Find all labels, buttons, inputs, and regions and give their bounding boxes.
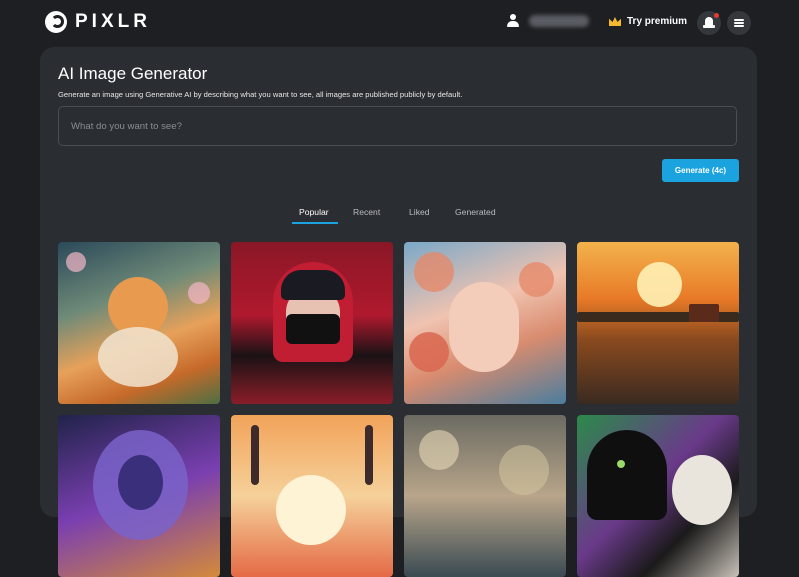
- gallery-image-hooded-anime-character[interactable]: [231, 242, 393, 404]
- gallery-image-cat-with-flowers[interactable]: [58, 242, 220, 404]
- try-premium-label: Try premium: [627, 16, 688, 27]
- gallery-image-black-cat-aurora[interactable]: [577, 415, 739, 577]
- top-bar: PIXLR Try premium: [0, 0, 799, 46]
- try-premium-button[interactable]: Try premium: [609, 16, 687, 27]
- crown-icon: [609, 17, 621, 26]
- generator-panel: AI Image Generator Generate an image usi…: [40, 47, 757, 577]
- gallery-image-robot-portrait[interactable]: [58, 415, 220, 577]
- menu-icon-line: [734, 22, 744, 24]
- gallery-image-sunset-lake-cabin[interactable]: [577, 242, 739, 404]
- page-description: Generate an image using Generative AI by…: [58, 90, 463, 99]
- user-icon: [507, 14, 519, 28]
- pixlr-logo-icon: [45, 11, 67, 33]
- pixlr-logo[interactable]: PIXLR: [45, 11, 151, 33]
- page-title: AI Image Generator: [58, 64, 208, 83]
- tab-liked[interactable]: Liked: [409, 207, 430, 217]
- active-tab-indicator: [292, 222, 338, 224]
- tab-generated[interactable]: Generated: [455, 207, 496, 217]
- gallery-image-woman-with-floral-hair[interactable]: [404, 242, 566, 404]
- gallery-image-antlers-sunset[interactable]: [231, 415, 393, 577]
- gallery-image-blurred-bokeh[interactable]: [404, 415, 566, 577]
- brand-name: PIXLR: [75, 11, 151, 32]
- notifications-button[interactable]: [697, 11, 721, 35]
- menu-icon-line: [734, 25, 744, 27]
- username-blurred: [529, 15, 589, 27]
- menu-button[interactable]: [727, 11, 751, 35]
- user-account[interactable]: [507, 14, 589, 28]
- menu-icon: [734, 19, 744, 21]
- notification-dot: [714, 13, 719, 18]
- tab-recent[interactable]: Recent: [353, 207, 380, 217]
- prompt-input[interactable]: [58, 106, 737, 146]
- generate-button[interactable]: Generate (4c): [662, 159, 739, 182]
- tab-popular[interactable]: Popular: [299, 207, 329, 217]
